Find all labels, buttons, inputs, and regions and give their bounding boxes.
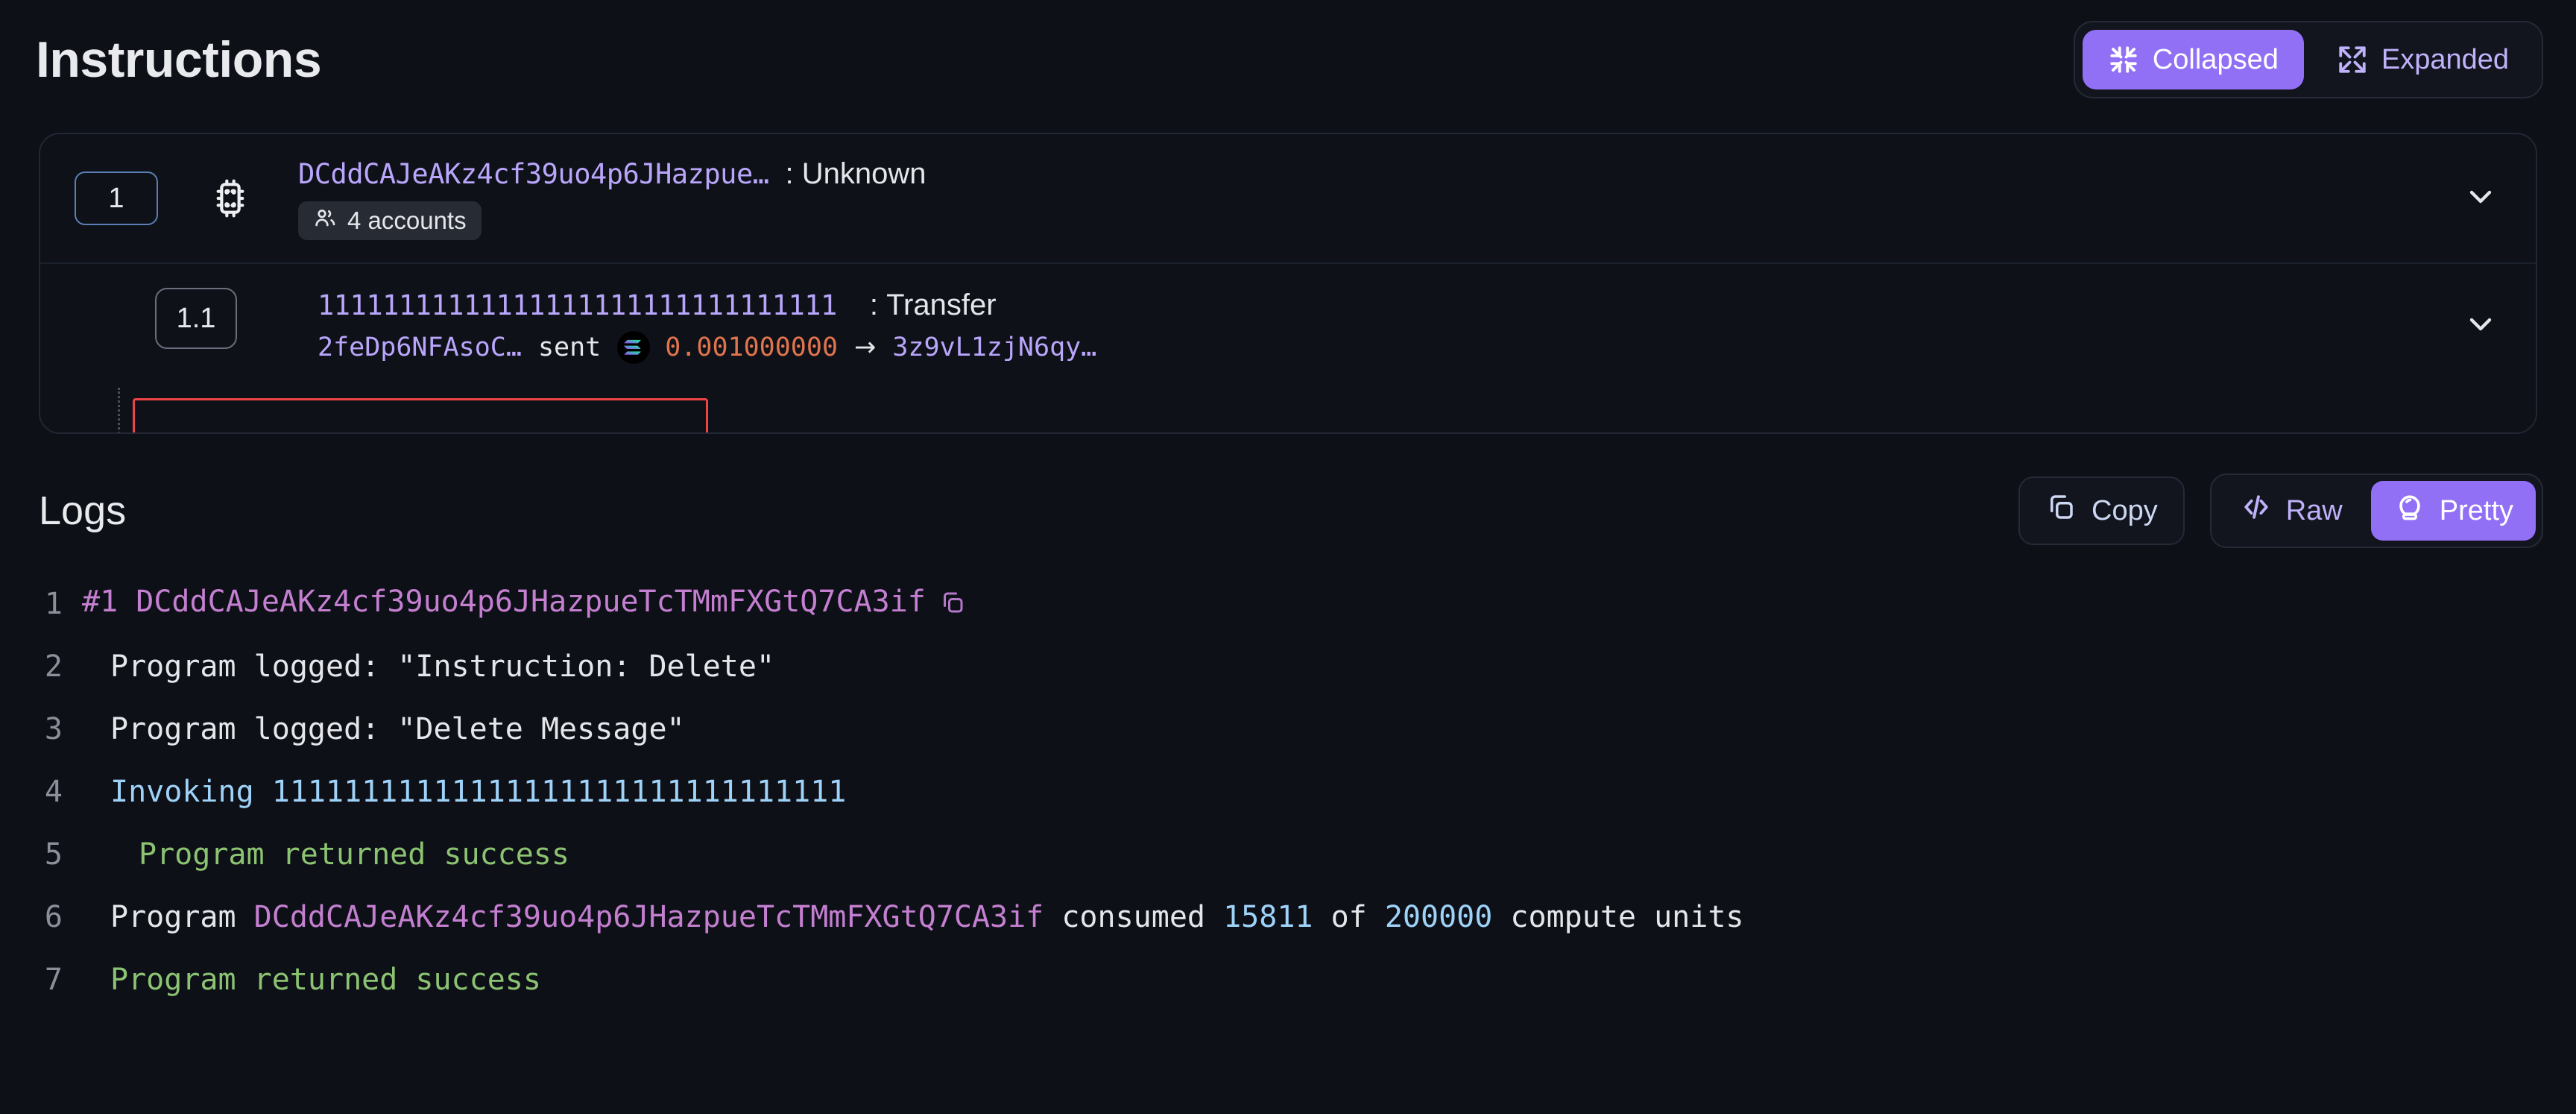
pretty-label: Pretty: [2439, 494, 2513, 526]
transfer-amount: 0.001000000: [665, 333, 839, 362]
expanded-label: Expanded: [2381, 43, 2509, 75]
raw-format-button[interactable]: Raw: [2217, 481, 2365, 541]
system-program-address-link[interactable]: 11111111111111111111111111111111: [318, 289, 837, 322]
copy-logs-button[interactable]: Copy: [2018, 476, 2185, 545]
transaction-instructions-page: Instructions Collapsed Expanded 1 DCddCA…: [0, 0, 2576, 1114]
sub-instruction-type: Transfer: [886, 289, 997, 321]
logs-header: Logs Copy Raw Pretty: [0, 462, 2576, 559]
log-segment: 200000: [1384, 900, 1493, 934]
instruction-separator: :: [785, 157, 794, 190]
crystal-ball-icon: [2393, 491, 2426, 531]
log-line-number: 2: [44, 649, 63, 684]
sub-instruction-separator: :: [869, 289, 878, 321]
instructions-card: 1 DCddCAJeAKz4cf39uo4p6JHazpue… : Unknow…: [39, 133, 2537, 434]
users-icon: [313, 206, 337, 236]
transfer-arrow-icon: →: [854, 333, 877, 362]
instruction-index-badge: 1: [75, 171, 158, 225]
transfer-summary: 2feDp6NFAsoC… sent 0.001000000 → 3z9vL1z…: [318, 331, 2428, 364]
collapse-arrows-icon: [2108, 44, 2139, 75]
chevron-down-icon: [2463, 179, 2498, 218]
expand-chevron-1[interactable]: [2458, 179, 2503, 218]
log-segment: Invoking: [110, 775, 272, 809]
log-line-text: Program returned success: [82, 837, 569, 872]
log-line-text: Program logged: "Delete Message": [82, 712, 685, 746]
chip-icon: [204, 177, 256, 219]
transfer-to-address[interactable]: 3z9vL1zjN6qy…: [892, 333, 1096, 362]
log-line-number: 5: [44, 837, 63, 872]
log-segment: #1: [82, 585, 136, 619]
log-line-number: 7: [44, 963, 63, 997]
instruction-1-1-details: 11111111111111111111111111111111 : Trans…: [318, 288, 2428, 364]
copy-icon: [2045, 491, 2077, 530]
instruction-row-1[interactable]: 1 DCddCAJeAKz4cf39uo4p6JHazpue… : Unknow…: [40, 134, 2536, 262]
log-line-number: 3: [44, 712, 63, 746]
log-segment: 11111111111111111111111111111111: [271, 775, 847, 809]
log-line-number: 4: [44, 775, 63, 809]
log-segment: consumed: [1044, 900, 1224, 934]
code-brackets-icon: [2240, 491, 2273, 531]
log-line: 4 Invoking 111111111111111111111111111111…: [0, 761, 2576, 823]
page-title: Instructions: [36, 31, 322, 88]
log-line: 7 Program returned success: [0, 948, 2576, 1011]
log-segment: Program returned success: [110, 963, 541, 997]
accounts-badge[interactable]: 4 accounts: [298, 201, 482, 240]
logs-title: Logs: [39, 488, 127, 533]
log-segment: 15811: [1223, 900, 1313, 934]
accounts-badge-label: 4 accounts: [347, 207, 467, 234]
pretty-format-button[interactable]: Pretty: [2370, 481, 2536, 541]
log-line-text: Program logged: "Instruction: Delete": [82, 649, 774, 684]
log-line: 3 Program logged: "Delete Message": [0, 698, 2576, 761]
log-line-text: Program DCddCAJeAKz4cf39uo4p6JHazpueTcTM…: [82, 900, 1744, 934]
log-line-text: Program returned success: [82, 963, 541, 997]
log-lines-list: 1 #1 DCddCAJeAKz4cf39uo4p6JHazpueTcTMmFXG…: [0, 559, 2576, 1011]
instructions-header: Instructions Collapsed Expanded: [0, 0, 2576, 119]
expand-chevron-1-1[interactable]: [2458, 306, 2503, 346]
instruction-row-1-1[interactable]: 1.1 11111111111111111111111111111111 : T…: [40, 262, 2536, 432]
copy-label: Copy: [2092, 494, 2158, 526]
collapsed-view-button[interactable]: Collapsed: [2082, 30, 2304, 89]
log-segment: Program logged: "Delete Message": [110, 712, 685, 746]
program-address-link[interactable]: DCddCAJeAKz4cf39uo4p6JHazpue…: [298, 158, 769, 191]
tree-connector-vertical: [118, 388, 120, 432]
log-segment: Program logged: "Instruction: Delete": [110, 649, 775, 684]
log-segment: compute units: [1492, 900, 1744, 934]
log-segment: DCddCAJeAKz4cf39uo4p6JHazpueTcTMmFXGtQ7C…: [253, 900, 1044, 934]
log-line-text: #1 DCddCAJeAKz4cf39uo4p6JHazpueTcTMmFXGt…: [82, 585, 966, 623]
transfer-verb: sent: [537, 333, 602, 362]
highlight-outline: [133, 398, 708, 432]
log-line-number: 1: [44, 587, 63, 621]
copy-icon[interactable]: [939, 589, 966, 623]
log-line: 6 Program DCddCAJeAKz4cf39uo4p6JHazpueTcT…: [0, 886, 2576, 948]
logs-actions: Copy Raw Pretty: [2018, 473, 2543, 548]
log-segment: Program returned success: [139, 837, 569, 872]
log-line: 2 Program logged: "Instruction: Delete": [0, 635, 2576, 698]
raw-label: Raw: [2285, 494, 2343, 526]
collapsed-label: Collapsed: [2152, 43, 2279, 75]
log-segment: DCddCAJeAKz4cf39uo4p6JHazpueTcTMmFXGtQ7C…: [136, 585, 926, 619]
log-format-toggle-group: Raw Pretty: [2209, 473, 2543, 548]
log-segment: of: [1313, 900, 1385, 934]
sub-instruction-index-badge: 1.1: [155, 288, 237, 349]
logs-section: Logs Copy Raw Pretty 1 #1 DCddCAJeAKz4cf…: [0, 462, 2576, 1011]
expanded-view-button[interactable]: Expanded: [2311, 30, 2534, 89]
view-mode-toggle-group: Collapsed Expanded: [2073, 21, 2543, 98]
transfer-from-address[interactable]: 2feDp6NFAsoC…: [318, 333, 522, 362]
solana-logo-icon: [617, 331, 651, 364]
log-segment: Program: [110, 900, 254, 934]
log-line-text: Invoking 1111111111111111111111111111111…: [82, 775, 846, 809]
instruction-type: Unknown: [801, 157, 926, 190]
instruction-1-details: DCddCAJeAKz4cf39uo4p6JHazpue… : Unknown …: [298, 157, 2428, 240]
log-line: 1 #1 DCddCAJeAKz4cf39uo4p6JHazpueTcTMmFXG…: [0, 573, 2576, 635]
log-line: 5 Program returned success: [0, 823, 2576, 886]
chevron-down-icon: [2463, 306, 2498, 346]
log-line-number: 6: [44, 900, 63, 934]
expand-arrows-icon: [2337, 44, 2368, 75]
